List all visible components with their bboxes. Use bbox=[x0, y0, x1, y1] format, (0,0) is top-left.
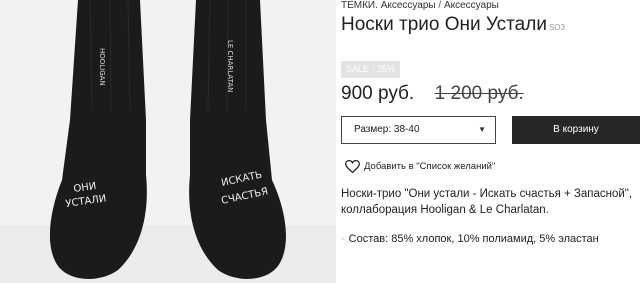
composition-text: Состав: 85% хлопок, 10% полиамид, 5% эла… bbox=[348, 233, 599, 245]
product-photo: HOOLIGAN LE CHARLATAN ОНИ УСТАЛИ ИСКАТЬ … bbox=[0, 0, 336, 283]
composition-item: · Состав: 85% хлопок, 10% полиамид, 5% эл… bbox=[341, 233, 599, 245]
add-to-wishlist-link[interactable]: Добавить в "Список желаний" bbox=[345, 158, 495, 174]
wishlist-label: Добавить в "Список желаний" bbox=[364, 160, 496, 172]
bullet-icon: · bbox=[341, 233, 345, 245]
cuff-text-left: HOOLIGAN bbox=[98, 48, 106, 86]
breadcrumb-current[interactable]: Аксессуары bbox=[444, 0, 499, 11]
size-select-value: Размер: 38-40 bbox=[354, 124, 420, 135]
product-info: ТЕМКИ. Аксессуары / Аксессуары Носки три… bbox=[341, 0, 640, 283]
product-title: Носки трио Они Устали bbox=[341, 14, 547, 35]
cuff-text-right: LE CHARLATAN bbox=[226, 40, 234, 92]
add-to-cart-button[interactable]: В корзину bbox=[512, 116, 640, 144]
product-sku: SO3 bbox=[548, 23, 565, 32]
sale-badge: SALE - 25% bbox=[341, 61, 400, 78]
current-price: 900 руб. bbox=[341, 83, 415, 104]
socks-illustration: HOOLIGAN LE CHARLATAN ОНИ УСТАЛИ ИСКАТЬ … bbox=[0, 0, 336, 283]
title-row: Носки трио Они Устали SO3 bbox=[341, 14, 565, 36]
breadcrumb-separator: / bbox=[438, 0, 442, 11]
breadcrumb: ТЕМКИ. Аксессуары / Аксессуары bbox=[341, 0, 499, 11]
size-select[interactable]: Размер: 38-40 ▼ bbox=[341, 116, 496, 144]
chevron-down-icon: ▼ bbox=[478, 125, 486, 134]
breadcrumb-store[interactable]: ТЕМКИ. bbox=[341, 0, 378, 11]
old-price: 1 200 руб. bbox=[434, 83, 524, 104]
price-row: 900 руб. 1 200 руб. bbox=[341, 83, 524, 105]
breadcrumb-category[interactable]: Аксессуары bbox=[381, 0, 436, 11]
product-description: Носки-трио "Они устали - Искать счастья … bbox=[341, 188, 633, 216]
heart-icon bbox=[345, 159, 360, 173]
